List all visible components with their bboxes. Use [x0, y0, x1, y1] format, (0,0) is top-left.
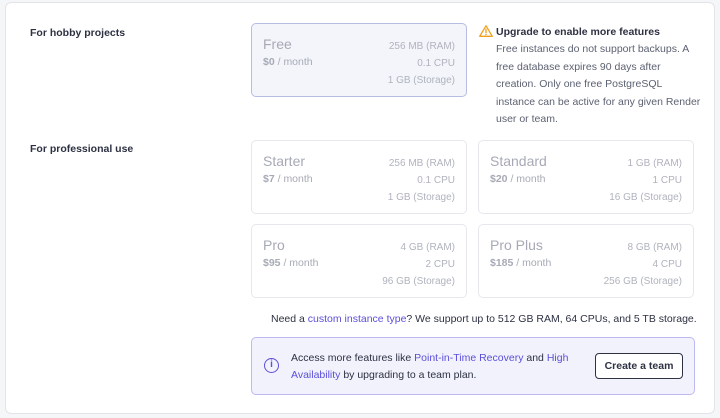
- plan-name: Pro Plus: [490, 237, 543, 253]
- plan-price: $185 / month: [490, 257, 552, 269]
- plan-storage: 256 GB (Storage): [603, 276, 682, 287]
- create-team-button[interactable]: Create a team: [595, 353, 683, 379]
- plan-card-pro-plus[interactable]: Pro Plus $185 / month 8 GB (RAM) 4 CPU 2…: [478, 224, 694, 298]
- plan-ram: 1 GB (RAM): [627, 158, 682, 169]
- plan-cpu: 4 CPU: [652, 259, 682, 270]
- plan-specs: 256 MB (RAM) 0.1 CPU 1 GB (Storage): [388, 155, 455, 206]
- plan-ram: 4 GB (RAM): [400, 242, 455, 253]
- plan-specs: 8 GB (RAM) 4 CPU 256 GB (Storage): [604, 239, 682, 290]
- custom-instance-note: Need a custom instance type? We support …: [271, 313, 697, 325]
- plan-price: $7 / month: [263, 173, 313, 185]
- info-circle-icon: i: [264, 358, 279, 373]
- warning-title: Upgrade to enable more features: [496, 26, 660, 38]
- team-plan-text: Access more features like Point-in-Time …: [291, 352, 569, 381]
- plan-specs: 4 GB (RAM) 2 CPU 96 GB (Storage): [382, 239, 455, 290]
- plan-ram: 8 GB (RAM): [627, 242, 682, 253]
- plan-price: $0 / month: [263, 56, 313, 68]
- warning-triangle-icon: [479, 25, 493, 37]
- plan-name: Starter: [263, 153, 306, 169]
- team-plan-info: i Access more features like Point-in-Tim…: [251, 337, 695, 395]
- custom-instance-link[interactable]: custom instance type: [308, 313, 407, 325]
- plan-specs: 256 MB (RAM) 0.1 CPU 1 GB (Storage): [388, 38, 455, 89]
- plan-name: Pro: [263, 237, 285, 253]
- plan-price: $20 / month: [490, 173, 546, 185]
- plan-cpu: 0.1 CPU: [417, 58, 455, 69]
- section-label-hobby: For hobby projects: [30, 27, 126, 39]
- plan-cpu: 0.1 CPU: [417, 175, 455, 186]
- plan-card-pro[interactable]: Pro $95 / month 4 GB (RAM) 2 CPU 96 GB (…: [251, 224, 467, 298]
- plan-ram: 256 MB (RAM): [388, 41, 455, 52]
- plan-card-free[interactable]: Free $0 / month 256 MB (RAM) 0.1 CPU 1 G…: [251, 23, 467, 97]
- section-label-professional: For professional use: [30, 143, 134, 155]
- plan-card-starter[interactable]: Starter $7 / month 256 MB (RAM) 0.1 CPU …: [251, 140, 467, 214]
- plan-cpu: 2 CPU: [425, 259, 455, 270]
- point-in-time-recovery-link[interactable]: Point-in-Time Recovery: [414, 352, 523, 364]
- plan-storage: 1 GB (Storage): [387, 192, 455, 203]
- plan-storage: 96 GB (Storage): [382, 276, 455, 287]
- plan-name: Standard: [490, 153, 547, 169]
- plan-specs: 1 GB (RAM) 1 CPU 16 GB (Storage): [609, 155, 682, 206]
- plan-storage: 1 GB (Storage): [387, 75, 455, 86]
- plan-cpu: 1 CPU: [652, 175, 682, 186]
- plan-card-standard[interactable]: Standard $20 / month 1 GB (RAM) 1 CPU 16…: [478, 140, 694, 214]
- plan-ram: 256 MB (RAM): [388, 158, 455, 169]
- plan-name: Free: [263, 36, 292, 52]
- warning-body: Free instances do not support backups. A…: [496, 43, 701, 125]
- plan-storage: 16 GB (Storage): [609, 192, 682, 203]
- plan-price: $95 / month: [263, 257, 319, 269]
